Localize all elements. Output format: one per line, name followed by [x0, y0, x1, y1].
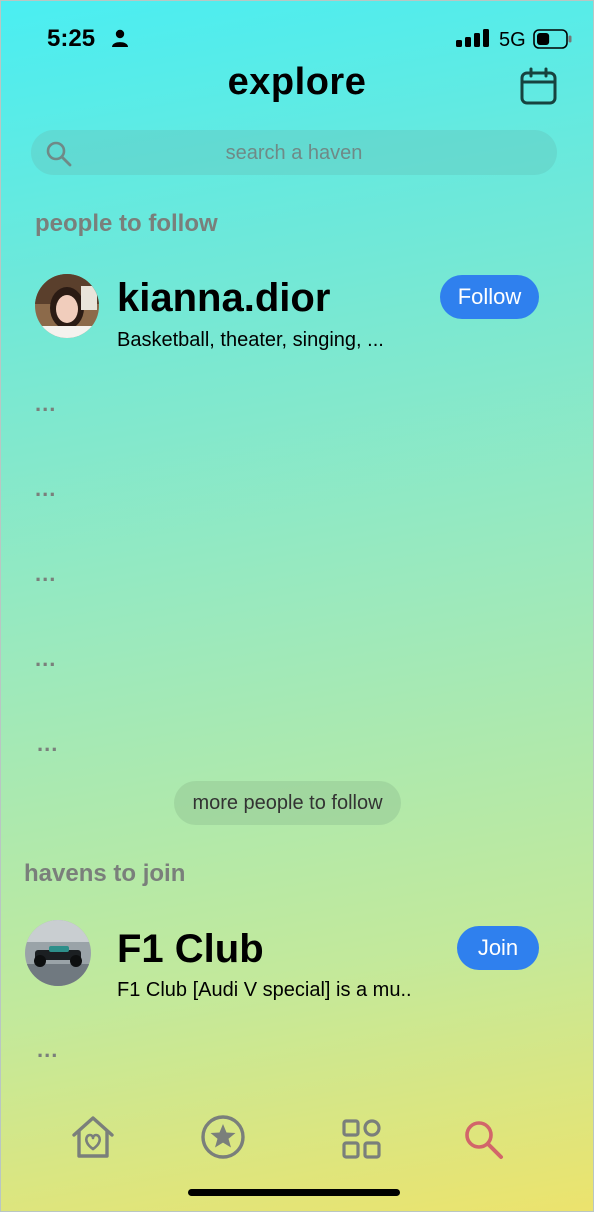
status-time: 5:25 [47, 25, 96, 52]
home-heart-icon[interactable] [70, 1114, 116, 1165]
people-section-title: people to follow [35, 210, 218, 237]
placeholder-row: ... [35, 476, 57, 501]
signal-icon [456, 29, 490, 52]
haven-avatar[interactable] [25, 920, 91, 986]
follow-button[interactable]: Follow [440, 275, 539, 319]
calendar-icon[interactable] [519, 67, 559, 112]
haven-description: F1 Club [Audi V special] is a mu.. [117, 979, 412, 1001]
page-title: explore [227, 61, 367, 103]
person-interests: Basketball, theater, singing, ... [117, 329, 384, 351]
placeholder-row: ... [37, 1037, 59, 1062]
search-bar[interactable]: search a haven [31, 130, 557, 175]
person-username[interactable]: kianna.dior [117, 276, 330, 321]
placeholder-row: ... [35, 646, 57, 671]
avatar[interactable] [35, 274, 99, 338]
star-icon[interactable] [200, 1114, 246, 1165]
join-button[interactable]: Join [457, 926, 539, 970]
search-nav-icon[interactable] [462, 1118, 506, 1167]
explore-screen: 5:25 5G explore search a haven people to… [0, 0, 594, 1212]
status-bar: 5:25 5G [1, 23, 593, 57]
person-icon [111, 29, 129, 52]
search-input[interactable]: search a haven [31, 142, 557, 165]
placeholder-row: ... [37, 731, 59, 756]
haven-name[interactable]: F1 Club [117, 927, 264, 972]
havens-section-title: havens to join [24, 860, 186, 887]
battery-icon [533, 29, 573, 54]
placeholder-row: ... [35, 561, 57, 586]
grid-icon[interactable] [341, 1118, 383, 1165]
more-people-button[interactable]: more people to follow [174, 781, 401, 825]
network-type: 5G [499, 29, 526, 51]
placeholder-row: ... [35, 391, 57, 416]
home-indicator[interactable] [188, 1189, 400, 1196]
